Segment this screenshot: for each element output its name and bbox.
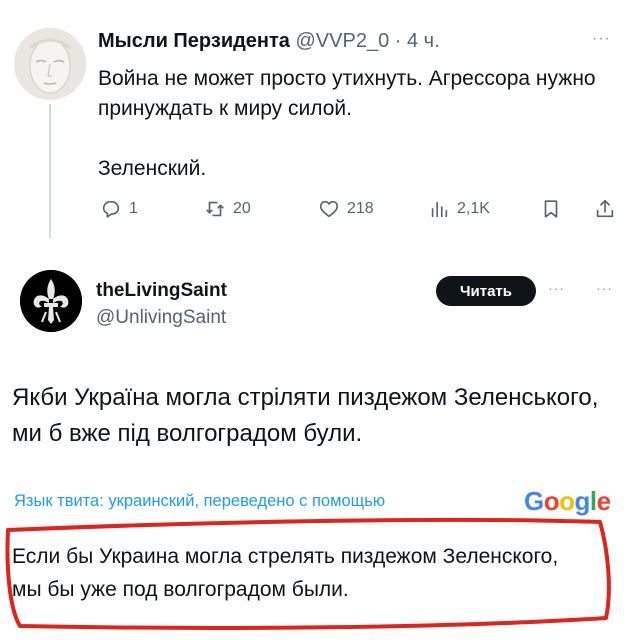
original-tweet-text: Якби Україна могла стріляти пиздежом Зел… <box>12 384 599 447</box>
quoted-author-name[interactable]: theLivingSaint <box>96 280 227 302</box>
fleur-de-lis-icon <box>20 270 82 332</box>
views-count: 2,1K <box>457 200 490 217</box>
tweet-header: Мысли Перзидента @VVP2_0 · 4 ч. <box>98 30 440 53</box>
translation-note[interactable]: Язык твита: украинский, переведено с пом… <box>14 492 385 511</box>
follow-button[interactable]: Читать <box>436 276 536 306</box>
reply-count: 1 <box>129 200 138 217</box>
more-dots-icon[interactable]: ··· <box>596 280 613 296</box>
more-dots-icon[interactable]: ··· <box>592 30 611 48</box>
header-separator: · <box>389 30 407 52</box>
views-chart-icon <box>431 201 448 218</box>
author-name[interactable]: Мысли Перзидента <box>98 30 290 52</box>
tweet-time[interactable]: 4 ч. <box>407 30 440 52</box>
heart-icon <box>319 200 339 218</box>
thread-connector-line <box>49 104 51 240</box>
retweet-count: 20 <box>233 200 251 217</box>
views-button[interactable]: 2,1K <box>428 198 490 220</box>
author-avatar[interactable] <box>14 28 86 100</box>
bookmark-icon <box>544 200 558 218</box>
translated-tweet-text: Если бы Украина могла стрелять пиздежом … <box>12 545 559 601</box>
tweet-text: Война не может просто утихнуть. Агрессор… <box>98 64 623 184</box>
like-count: 218 <box>347 200 374 217</box>
retweet-icon <box>206 201 224 217</box>
reply-button[interactable]: 1 <box>100 198 138 220</box>
reply-icon <box>102 200 120 218</box>
retweet-button[interactable]: 20 <box>204 198 251 220</box>
share-icon <box>596 199 614 218</box>
bookmark-button[interactable] <box>540 198 562 220</box>
more-dots-icon[interactable]: ··· <box>548 280 565 296</box>
tweet-signature: Зеленский. <box>98 157 207 180</box>
share-button[interactable] <box>594 198 616 220</box>
quoted-author-avatar[interactable] <box>20 270 82 332</box>
tweet-body: Война не может просто утихнуть. Агрессор… <box>98 67 596 120</box>
quoted-author-handle[interactable]: @UnlivingSaint <box>96 307 226 329</box>
tweet-action-bar: 1 20 218 2,1K <box>100 198 620 226</box>
death-mask-image <box>14 28 86 100</box>
author-handle[interactable]: @VVP2_0 <box>296 30 390 52</box>
like-button[interactable]: 218 <box>318 198 374 220</box>
